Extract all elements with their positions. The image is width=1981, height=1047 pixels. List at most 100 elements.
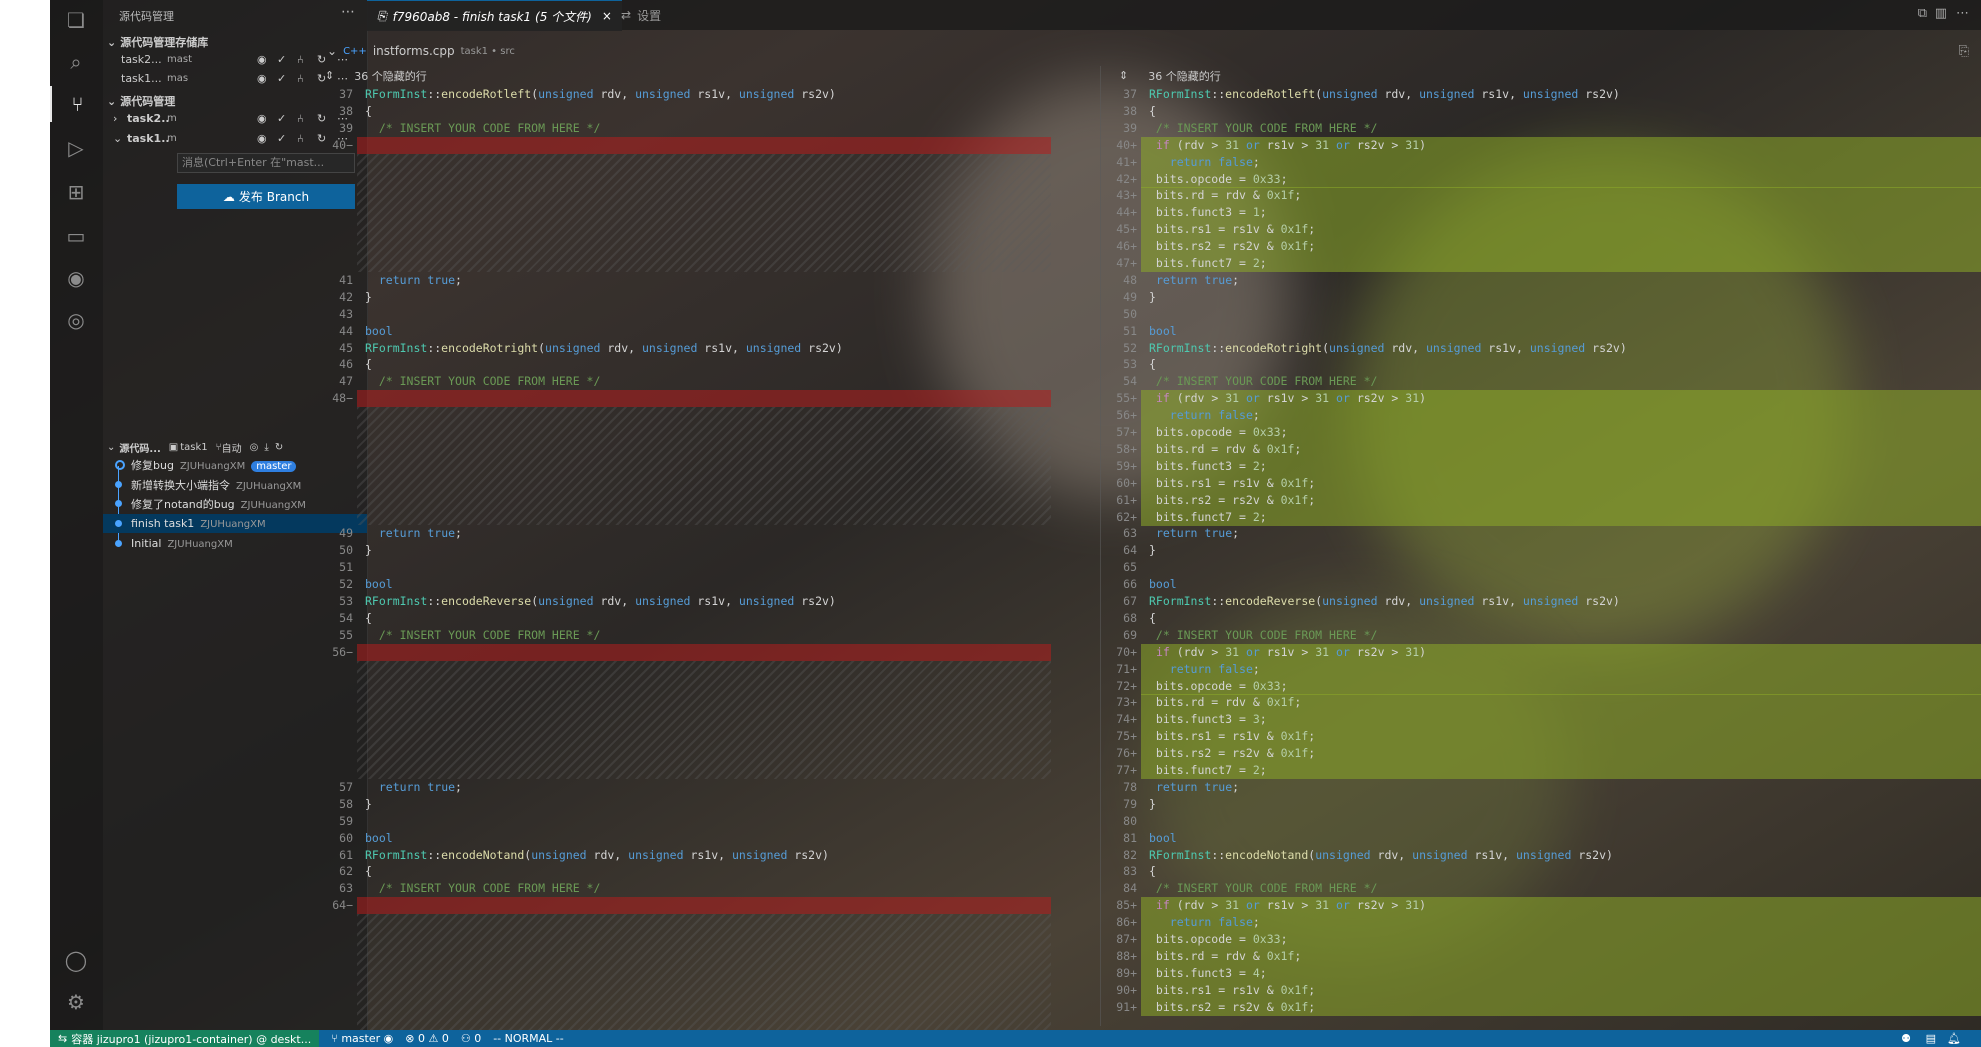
repos-section-header[interactable]: ⌄ 源代码管理存储库 [107, 34, 208, 50]
code-line[interactable]: 91+ bits.rs2 = rs2v & 0x1f; [1101, 998, 1981, 1016]
code-line[interactable]: 52 RFormInst::encodeRotright(unsigned rdv… [1101, 340, 1981, 357]
copilot-icon[interactable]: ⚉ [1901, 1032, 1911, 1045]
problems-status[interactable]: ⊗ 0 ⚠ 0 [405, 1032, 449, 1045]
code-line[interactable]: 78 return true; [1101, 779, 1981, 796]
code-line[interactable]: 53 RFormInst::encodeReverse(unsigned rdv,… [317, 593, 1051, 610]
code-line[interactable]: 52 bool [317, 576, 1051, 593]
code-line[interactable]: 57+ bits.opcode = 0x33; [1101, 424, 1981, 441]
code-line[interactable]: 71+ return false; [1101, 660, 1981, 678]
code-line[interactable]: 67 RFormInst::encodeReverse(unsigned rdv,… [1101, 593, 1981, 610]
code-line[interactable]: 49 return true; [317, 525, 1051, 542]
code-line[interactable]: 66 bool [1101, 576, 1981, 593]
account-icon[interactable]: ◯ [58, 942, 94, 978]
code-line[interactable]: 56+ return false; [1101, 407, 1981, 425]
branch-status[interactable]: ⑂ master ◉ [331, 1032, 393, 1045]
pull-request-icon[interactable]: ⑃ [297, 72, 304, 85]
tab-settings[interactable]: ⇄ 设置 [611, 0, 671, 30]
code-line[interactable]: 61+ bits.rs2 = rs2v & 0x1f; [1101, 491, 1981, 509]
more-actions-icon[interactable]: ⋯ [1956, 6, 1969, 21]
code-line[interactable]: 68 { [1101, 610, 1981, 627]
code-line[interactable]: 46+ bits.rs2 = rs2v & 0x1f; [1101, 238, 1981, 256]
code-line[interactable]: 81 bool [1101, 830, 1981, 847]
code-line[interactable]: 44+ bits.funct3 = 1; [1101, 204, 1981, 222]
code-line[interactable]: 42} [317, 289, 1051, 306]
hidden-lines-bar[interactable]: ⇕ 36 个隐藏的行 [1101, 66, 1981, 85]
code-line[interactable]: 88+ bits.rd = rdv & 0x1f; [1101, 947, 1981, 965]
code-line[interactable]: 63 return true; [1101, 525, 1981, 542]
eye-icon[interactable]: ◉ [257, 72, 267, 85]
code-line[interactable]: 54 { [317, 610, 1051, 627]
extensions-icon[interactable]: ⊞ [58, 174, 94, 210]
code-line[interactable]: 48 return true; [1101, 272, 1981, 289]
code-line[interactable]: 89+ bits.funct3 = 4; [1101, 964, 1981, 982]
notifications-icon[interactable]: 🔔︎ [1947, 1032, 1961, 1045]
check-icon[interactable]: ✓ [277, 53, 286, 66]
code-line[interactable]: 51 bool [1101, 323, 1981, 340]
timeline-icon[interactable]: ◎ [58, 302, 94, 338]
search-icon[interactable]: ⌕ [58, 44, 94, 80]
fetch-icon[interactable]: ⤓ [264, 442, 268, 453]
open-file-icon[interactable]: ⎘ [1959, 44, 1969, 59]
code-line[interactable]: 58} [317, 796, 1051, 813]
diff-pane-original[interactable]: ⇕ 36 个隐藏的行 37 RFormInst::encodeRotleft(un… [317, 66, 1051, 1033]
pull-request-icon[interactable]: ⑃ [297, 112, 304, 125]
remote-explorer-icon[interactable]: ▭ [58, 218, 94, 254]
github-icon[interactable]: ◉ [58, 260, 94, 296]
code-line[interactable]: 46 { [317, 356, 1051, 373]
code-line[interactable]: 84 /* INSERT YOUR CODE FROM HERE */ [1101, 880, 1981, 897]
refresh-icon[interactable]: ↻ [317, 53, 326, 66]
code-line[interactable]: 61 RFormInst::encodeNotand(unsigned rdv, … [317, 847, 1051, 864]
code-line[interactable]: 87+ bits.opcode = 0x33; [1101, 931, 1981, 948]
code-line[interactable]: 40− [317, 136, 1051, 154]
tab-diff[interactable]: ⎘ f7960ab8 - finish task1 (5 个文件) × [367, 0, 622, 31]
code-line[interactable]: 73+ bits.rd = rdv & 0x1f; [1101, 694, 1981, 712]
code-line[interactable]: 51 [317, 559, 1051, 576]
code-line[interactable]: 72+ bits.opcode = 0x33; [1101, 677, 1981, 695]
code-line[interactable]: 43 [317, 306, 1051, 323]
code-line[interactable]: 64− [317, 897, 1051, 915]
code-line[interactable]: 49} [1101, 289, 1981, 306]
code-line[interactable]: 64} [1101, 542, 1981, 559]
eye-icon[interactable]: ◉ [257, 53, 267, 66]
code-line[interactable]: 63 /* INSERT YOUR CODE FROM HERE */ [317, 880, 1051, 897]
file-icon[interactable]: ▤ [1926, 1032, 1936, 1045]
code-line[interactable]: 50 [1101, 306, 1981, 323]
code-line[interactable]: 41+ return false; [1101, 153, 1981, 171]
check-icon[interactable]: ✓ [277, 132, 286, 145]
code-line[interactable]: 62 { [317, 863, 1051, 880]
code-line[interactable]: 47 /* INSERT YOUR CODE FROM HERE */ [317, 373, 1051, 390]
code-line[interactable]: 43+ bits.rd = rdv & 0x1f; [1101, 187, 1981, 205]
code-line[interactable]: 37 RFormInst::encodeRotleft(unsigned rdv,… [1101, 86, 1981, 103]
code-line[interactable]: 59 [317, 813, 1051, 830]
check-icon[interactable]: ✓ [277, 72, 286, 85]
code-line[interactable]: 39 /* INSERT YOUR CODE FROM HERE */ [317, 120, 1051, 137]
code-line[interactable]: 85+ if (rdv > 31 or rs1v > 31 or rs2v > … [1101, 897, 1981, 915]
unfold-icon[interactable]: ⇕ [1119, 69, 1128, 82]
ports-status[interactable]: ⚇ 0 [461, 1032, 481, 1045]
code-line[interactable]: 74+ bits.funct3 = 3; [1101, 711, 1981, 729]
split-editor-icon[interactable]: ⧉ [1918, 6, 1927, 21]
code-line[interactable]: 45+ bits.rs1 = rs1v & 0x1f; [1101, 221, 1981, 239]
code-line[interactable]: 37 RFormInst::encodeRotleft(unsigned rdv,… [317, 86, 1051, 103]
explorer-icon[interactable]: ❏ [58, 2, 94, 38]
code-line[interactable]: 75+ bits.rs1 = rs1v & 0x1f; [1101, 728, 1981, 746]
refresh-icon[interactable]: ↻ [275, 442, 283, 453]
settings-gear-icon[interactable]: ⚙ [58, 984, 94, 1020]
eye-icon[interactable]: ◉ [257, 112, 267, 125]
code-line[interactable]: 40+ if (rdv > 31 or rs1v > 31 or rs2v > … [1101, 136, 1981, 154]
code-line[interactable]: 62+ bits.funct7 = 2; [1101, 508, 1981, 526]
code-line[interactable]: 60+ bits.rs1 = rs1v & 0x1f; [1101, 474, 1981, 492]
code-line[interactable]: 82 RFormInst::encodeNotand(unsigned rdv, … [1101, 847, 1981, 864]
code-line[interactable]: 48− [317, 390, 1051, 408]
code-line[interactable]: 55 /* INSERT YOUR CODE FROM HERE */ [317, 627, 1051, 644]
source-control-icon[interactable]: ⑂ [50, 86, 101, 122]
code-line[interactable]: 53 { [1101, 356, 1981, 373]
code-line[interactable]: 38 { [1101, 103, 1981, 120]
code-line[interactable]: 50} [317, 542, 1051, 559]
eye-icon[interactable]: ◉ [257, 132, 267, 145]
code-line[interactable]: 80 [1101, 813, 1981, 830]
code-line[interactable]: 83 { [1101, 863, 1981, 880]
code-line[interactable]: 60 bool [317, 830, 1051, 847]
pull-request-icon[interactable]: ⑃ [297, 53, 304, 66]
code-line[interactable]: 44 bool [317, 323, 1051, 340]
